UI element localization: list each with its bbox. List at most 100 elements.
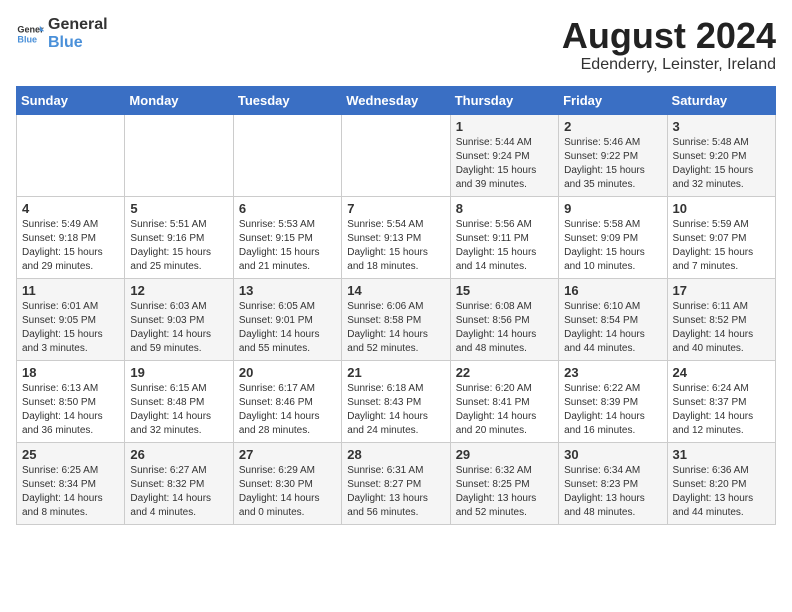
logo: General Blue General Blue [16, 16, 108, 51]
calendar-day-cell [17, 114, 125, 196]
day-info: Sunrise: 6:36 AM Sunset: 8:20 PM Dayligh… [673, 464, 770, 520]
day-number: 7 [347, 201, 444, 216]
day-number: 6 [239, 201, 336, 216]
day-info: Sunrise: 6:13 AM Sunset: 8:50 PM Dayligh… [22, 382, 119, 438]
calendar-day-cell: 6 Sunrise: 5:53 AM Sunset: 9:15 PM Daylig… [233, 196, 341, 278]
calendar-day-cell: 27Sunrise: 6:29 AM Sunset: 8:30 PM Dayli… [233, 442, 341, 524]
calendar-day-cell: 24 Sunrise: 6:24 AM Sunset: 8:37 PM Dayli… [667, 360, 775, 442]
calendar-week-row: 4Sunrise: 5:49 AM Sunset: 9:18 PM Daylig… [17, 196, 776, 278]
day-info: Sunrise: 5:51 AM Sunset: 9:16 PM Dayligh… [130, 218, 227, 274]
day-number: 12 [130, 283, 227, 298]
calendar-day-cell: 22 Sunrise: 6:20 AM Sunset: 8:41 PM Dayli… [450, 360, 558, 442]
header-monday: Monday [125, 86, 233, 114]
day-number: 16 [564, 283, 661, 298]
day-number: 27 [239, 447, 336, 462]
day-info: Sunrise: 6:18 AM Sunset: 8:43 PM Dayligh… [347, 382, 444, 438]
day-info: Sunrise: 6:25 AM Sunset: 8:34 PM Dayligh… [22, 464, 119, 520]
day-number: 9 [564, 201, 661, 216]
day-info: Sunrise: 5:54 AM Sunset: 9:13 PM Dayligh… [347, 218, 444, 274]
day-info: Sunrise: 6:17 AM Sunset: 8:46 PM Dayligh… [239, 382, 336, 438]
day-info: Sunrise: 6:34 AM Sunset: 8:23 PM Dayligh… [564, 464, 661, 520]
day-number: 24 [673, 365, 770, 380]
day-number: 30 [564, 447, 661, 462]
day-info: Sunrise: 6:27 AM Sunset: 8:32 PM Dayligh… [130, 464, 227, 520]
day-number: 1 [456, 119, 553, 134]
calendar-day-cell [233, 114, 341, 196]
calendar-day-cell: 23Sunrise: 6:22 AM Sunset: 8:39 PM Dayli… [559, 360, 667, 442]
calendar-day-cell: 9 Sunrise: 5:58 AM Sunset: 9:09 PM Daylig… [559, 196, 667, 278]
header-thursday: Thursday [450, 86, 558, 114]
day-number: 5 [130, 201, 227, 216]
day-info: Sunrise: 6:20 AM Sunset: 8:41 PM Dayligh… [456, 382, 553, 438]
calendar-day-cell: 28Sunrise: 6:31 AM Sunset: 8:27 PM Dayli… [342, 442, 450, 524]
day-info: Sunrise: 6:32 AM Sunset: 8:25 PM Dayligh… [456, 464, 553, 520]
day-number: 23 [564, 365, 661, 380]
header-sunday: Sunday [17, 86, 125, 114]
calendar-day-cell: 2Sunrise: 5:46 AM Sunset: 9:22 PM Daylig… [559, 114, 667, 196]
day-number: 28 [347, 447, 444, 462]
day-number: 22 [456, 365, 553, 380]
calendar-day-cell [125, 114, 233, 196]
day-number: 21 [347, 365, 444, 380]
day-number: 10 [673, 201, 770, 216]
calendar-day-cell: 16Sunrise: 6:10 AM Sunset: 8:54 PM Dayli… [559, 278, 667, 360]
header-wednesday: Wednesday [342, 86, 450, 114]
day-info: Sunrise: 5:53 AM Sunset: 9:15 PM Dayligh… [239, 218, 336, 274]
day-number: 11 [22, 283, 119, 298]
day-number: 8 [456, 201, 553, 216]
day-number: 4 [22, 201, 119, 216]
calendar-day-cell: 13 Sunrise: 6:05 AM Sunset: 9:01 PM Dayli… [233, 278, 341, 360]
calendar-header-row: Sunday Monday Tuesday Wednesday Thursday… [17, 86, 776, 114]
calendar-day-cell: 21 Sunrise: 6:18 AM Sunset: 8:43 PM Dayli… [342, 360, 450, 442]
day-info: Sunrise: 5:59 AM Sunset: 9:07 PM Dayligh… [673, 218, 770, 274]
calendar-day-cell: 4Sunrise: 5:49 AM Sunset: 9:18 PM Daylig… [17, 196, 125, 278]
month-year-label: August 2024 [562, 16, 776, 56]
day-number: 13 [239, 283, 336, 298]
calendar-day-cell: 7 Sunrise: 5:54 AM Sunset: 9:13 PM Daylig… [342, 196, 450, 278]
calendar-day-cell: 12 Sunrise: 6:03 AM Sunset: 9:03 PM Dayli… [125, 278, 233, 360]
calendar-day-cell: 1 Sunrise: 5:44 AM Sunset: 9:24 PM Daylig… [450, 114, 558, 196]
calendar-day-cell: 15Sunrise: 6:08 AM Sunset: 8:56 PM Dayli… [450, 278, 558, 360]
day-info: Sunrise: 5:58 AM Sunset: 9:09 PM Dayligh… [564, 218, 661, 274]
calendar-day-cell: 19 Sunrise: 6:15 AM Sunset: 8:48 PM Dayli… [125, 360, 233, 442]
day-info: Sunrise: 6:05 AM Sunset: 9:01 PM Dayligh… [239, 300, 336, 356]
calendar-week-row: 1 Sunrise: 5:44 AM Sunset: 9:24 PM Daylig… [17, 114, 776, 196]
calendar-day-cell: 3 Sunrise: 5:48 AM Sunset: 9:20 PM Daylig… [667, 114, 775, 196]
calendar-day-cell: 11 Sunrise: 6:01 AM Sunset: 9:05 PM Dayli… [17, 278, 125, 360]
day-info: Sunrise: 5:46 AM Sunset: 9:22 PM Dayligh… [564, 136, 661, 192]
day-info: Sunrise: 6:15 AM Sunset: 8:48 PM Dayligh… [130, 382, 227, 438]
calendar-day-cell: 25 Sunrise: 6:25 AM Sunset: 8:34 PM Dayli… [17, 442, 125, 524]
calendar-day-cell: 26 Sunrise: 6:27 AM Sunset: 8:32 PM Dayli… [125, 442, 233, 524]
calendar-table: Sunday Monday Tuesday Wednesday Thursday… [16, 86, 776, 525]
day-info: Sunrise: 5:44 AM Sunset: 9:24 PM Dayligh… [456, 136, 553, 192]
day-info: Sunrise: 5:48 AM Sunset: 9:20 PM Dayligh… [673, 136, 770, 192]
day-info: Sunrise: 6:08 AM Sunset: 8:56 PM Dayligh… [456, 300, 553, 356]
day-info: Sunrise: 6:01 AM Sunset: 9:05 PM Dayligh… [22, 300, 119, 356]
day-info: Sunrise: 6:03 AM Sunset: 9:03 PM Dayligh… [130, 300, 227, 356]
calendar-day-cell: 20Sunrise: 6:17 AM Sunset: 8:46 PM Dayli… [233, 360, 341, 442]
logo-general-text: General [48, 16, 108, 34]
calendar-day-cell [342, 114, 450, 196]
day-number: 3 [673, 119, 770, 134]
header-saturday: Saturday [667, 86, 775, 114]
calendar-day-cell: 29 Sunrise: 6:32 AM Sunset: 8:25 PM Dayli… [450, 442, 558, 524]
location-label: Edenderry, Leinster, Ireland [562, 56, 776, 74]
header-friday: Friday [559, 86, 667, 114]
day-info: Sunrise: 6:11 AM Sunset: 8:52 PM Dayligh… [673, 300, 770, 356]
calendar-week-row: 18Sunrise: 6:13 AM Sunset: 8:50 PM Dayli… [17, 360, 776, 442]
calendar-day-cell: 14 Sunrise: 6:06 AM Sunset: 8:58 PM Dayli… [342, 278, 450, 360]
calendar-week-row: 25 Sunrise: 6:25 AM Sunset: 8:34 PM Dayli… [17, 442, 776, 524]
day-number: 19 [130, 365, 227, 380]
day-number: 14 [347, 283, 444, 298]
day-number: 25 [22, 447, 119, 462]
calendar-day-cell: 31Sunrise: 6:36 AM Sunset: 8:20 PM Dayli… [667, 442, 775, 524]
calendar-day-cell: 10 Sunrise: 5:59 AM Sunset: 9:07 PM Dayli… [667, 196, 775, 278]
calendar-day-cell: 30 Sunrise: 6:34 AM Sunset: 8:23 PM Dayli… [559, 442, 667, 524]
day-number: 29 [456, 447, 553, 462]
day-info: Sunrise: 6:24 AM Sunset: 8:37 PM Dayligh… [673, 382, 770, 438]
calendar-title-area: August 2024 Edenderry, Leinster, Ireland [562, 16, 776, 74]
day-info: Sunrise: 6:06 AM Sunset: 8:58 PM Dayligh… [347, 300, 444, 356]
header-tuesday: Tuesday [233, 86, 341, 114]
day-number: 26 [130, 447, 227, 462]
day-info: Sunrise: 5:56 AM Sunset: 9:11 PM Dayligh… [456, 218, 553, 274]
